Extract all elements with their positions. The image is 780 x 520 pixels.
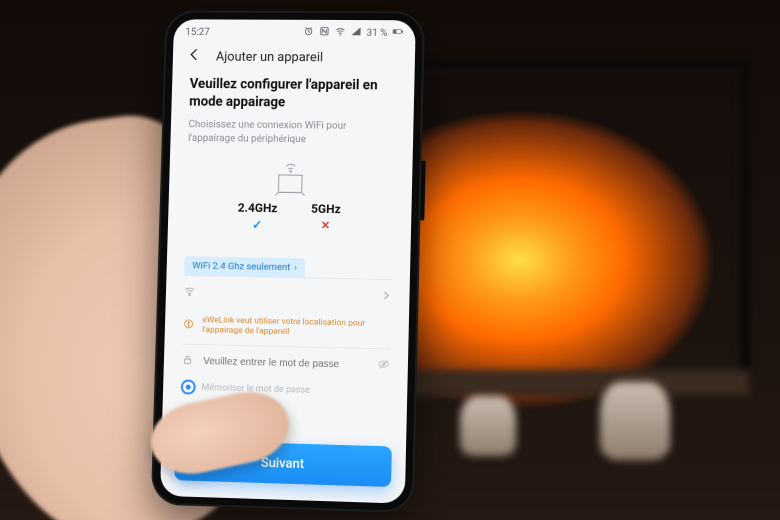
mug xyxy=(600,382,670,460)
band-5ghz: 5GHz ✕ xyxy=(311,202,341,232)
wifi-icon xyxy=(335,26,346,40)
wifi-24-only-chip[interactable]: WiFi 2.4 Ghz seulement › xyxy=(184,256,305,277)
cross-icon: ✕ xyxy=(321,219,331,232)
chevron-right-icon: › xyxy=(294,263,297,273)
lock-icon xyxy=(181,354,193,369)
location-warning-row: eWeLink veut utiliser votre localisation… xyxy=(182,309,391,349)
subtext: Choisissez une connexion WiFi pour l'app… xyxy=(188,118,396,147)
band-24ghz: 2.4GHz ✓ xyxy=(237,201,277,232)
status-icons: 31 % xyxy=(303,26,404,40)
router-icon xyxy=(268,160,313,198)
alarm-icon xyxy=(303,26,314,40)
fireplace xyxy=(390,60,750,390)
photo-scene: 15:27 31 % xyxy=(0,0,780,520)
headline: Veuillez configurer l'appareil en mode a… xyxy=(189,76,397,112)
battery-icon xyxy=(392,26,403,40)
wifi-network-row[interactable] xyxy=(183,275,392,313)
password-input[interactable] xyxy=(201,355,370,372)
shelf xyxy=(380,370,750,396)
chip-label: WiFi 2.4 Ghz seulement xyxy=(192,260,290,273)
password-row[interactable] xyxy=(181,344,390,383)
mug xyxy=(460,396,516,456)
page-title: Ajouter un appareil xyxy=(216,49,324,64)
nfc-icon xyxy=(319,26,330,40)
check-icon: ✓ xyxy=(252,218,262,232)
signal-icon xyxy=(350,26,361,40)
next-button-label: Suivant xyxy=(261,455,305,471)
band-selector: 2.4GHz ✓ 5GHz ✕ xyxy=(237,201,341,233)
battery-text: 31 % xyxy=(366,27,387,38)
app-header: Ajouter un appareil xyxy=(172,41,415,78)
location-warning-text: eWeLink veut utiliser votre localisation… xyxy=(202,315,391,339)
radio-checked-icon[interactable] xyxy=(181,379,196,394)
band-5-label: 5GHz xyxy=(311,202,341,216)
wifi-icon xyxy=(183,285,195,300)
warning-icon xyxy=(182,317,194,332)
content: Veuillez configurer l'appareil en mode a… xyxy=(163,76,415,410)
chevron-right-icon xyxy=(380,289,391,303)
visibility-toggle-icon[interactable] xyxy=(377,358,389,373)
router-illustration: 2.4GHz ✓ 5GHz ✕ xyxy=(185,159,394,234)
status-bar: 15:27 31 % xyxy=(173,19,415,42)
status-time: 15:27 xyxy=(185,27,210,38)
back-button[interactable] xyxy=(186,47,202,67)
band-24-label: 2.4GHz xyxy=(238,201,278,215)
